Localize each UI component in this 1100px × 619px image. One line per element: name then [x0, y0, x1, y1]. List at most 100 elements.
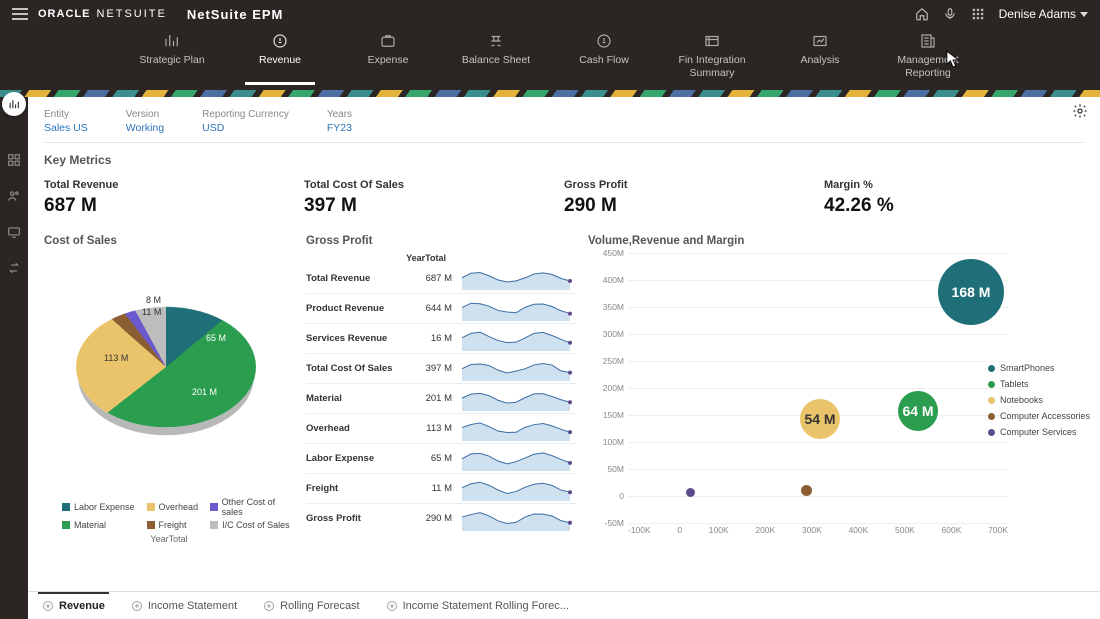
legend-item[interactable]: SmartPhones	[988, 363, 1090, 373]
filter-years[interactable]: Years FY23	[327, 109, 352, 134]
legend-swatch	[210, 503, 218, 511]
nav-tab-icon	[919, 32, 937, 50]
gear-icon[interactable]	[1072, 103, 1088, 119]
gp-row-value: 687 M	[414, 273, 452, 284]
gp-row[interactable]: Material 201 M	[306, 383, 576, 413]
legend-label: Labor Expense	[74, 502, 135, 512]
gp-row[interactable]: Labor Expense 65 M	[306, 443, 576, 473]
gp-row-name: Product Revenue	[306, 303, 414, 314]
chart-cost-of-sales: Cost of Sales 65 M 201 M 113 M 11 M 8 M …	[44, 235, 294, 553]
x-tick: 400K	[848, 525, 868, 535]
monitor-icon[interactable]	[7, 225, 21, 239]
gp-row[interactable]: Overhead 113 M	[306, 413, 576, 443]
nav-tab-cash-flow[interactable]: Cash Flow	[569, 32, 639, 85]
legend-item[interactable]: Tablets	[988, 379, 1090, 389]
bottom-tab-label: Rolling Forecast	[280, 600, 359, 612]
nav-tab-revenue[interactable]: Revenue	[245, 32, 315, 85]
nav-tab-label: Strategic Plan	[139, 54, 204, 67]
legend-swatch	[147, 521, 155, 529]
legend-item[interactable]: Labor Expense	[62, 497, 135, 517]
gp-row[interactable]: Freight 11 M	[306, 473, 576, 503]
gp-row-value: 65 M	[414, 453, 452, 464]
legend-label: Notebooks	[1000, 395, 1043, 405]
y-tick: 200M	[603, 383, 624, 393]
legend-dot	[988, 429, 995, 436]
bubble-smartphones[interactable]: 168 M	[938, 259, 1004, 325]
bubble-accessories[interactable]	[801, 485, 812, 496]
gp-row[interactable]: Gross Profit 290 M	[306, 503, 576, 533]
gp-row[interactable]: Product Revenue 644 M	[306, 293, 576, 323]
legend-item[interactable]: Freight	[147, 520, 199, 530]
hamburger-icon[interactable]	[12, 8, 28, 20]
legend-item[interactable]: Overhead	[147, 497, 199, 517]
legend-item[interactable]: Material	[62, 520, 135, 530]
legend-item[interactable]: I/C Cost of Sales	[210, 520, 294, 530]
y-tick: 100M	[603, 437, 624, 447]
x-tick: 500K	[895, 525, 915, 535]
grid-icon[interactable]	[7, 153, 21, 167]
filter-currency[interactable]: Reporting Currency USD	[202, 109, 289, 134]
nav-tab-strategic-plan[interactable]: Strategic Plan	[137, 32, 207, 85]
apps-icon[interactable]	[971, 7, 985, 21]
legend-item[interactable]: Computer Accessories	[988, 411, 1090, 421]
legend-item[interactable]: Computer Services	[988, 427, 1090, 437]
bottom-tab-rolling-forecast[interactable]: Rolling Forecast	[259, 592, 363, 619]
gp-row-value: 16 M	[414, 333, 452, 344]
bubble-plot[interactable]: 168 M 64 M 54 M	[628, 253, 1008, 523]
gp-row[interactable]: Total Revenue 687 M	[306, 263, 576, 293]
x-tick: 100K	[709, 525, 729, 535]
y-tick: 250M	[603, 356, 624, 366]
bubble-legend: SmartPhones Tablets Notebooks Computer Acce…	[988, 363, 1090, 437]
nav-tab-management-reporting[interactable]: ManagementReporting	[893, 32, 963, 85]
filter-entity[interactable]: Entity Sales US	[44, 109, 88, 134]
gp-row-name: Overhead	[306, 423, 414, 434]
sparkline	[458, 477, 576, 501]
kpi-gross-profit: Gross Profit 290 M	[564, 179, 824, 217]
tab-icon	[42, 600, 54, 612]
sparkline	[458, 297, 576, 321]
bottom-tab-income-statement[interactable]: Income Statement	[127, 592, 241, 619]
kpi-row: Total Revenue 687 M Total Cost Of Sales …	[44, 179, 1084, 217]
people-icon[interactable]	[7, 189, 21, 203]
gp-row-name: Gross Profit	[306, 513, 414, 524]
filter-row: Entity Sales US Version Working Reportin…	[44, 109, 1084, 143]
filter-label: Version	[126, 109, 164, 120]
bottom-tab-label: Income Statement Rolling Forec...	[403, 600, 569, 612]
nav-tab-analysis[interactable]: Analysis	[785, 32, 855, 85]
home-icon[interactable]	[915, 7, 929, 21]
nav-tab-label: Balance Sheet	[462, 54, 530, 67]
bubble-services[interactable]	[686, 488, 695, 497]
gp-row[interactable]: Total Cost Of Sales 397 M	[306, 353, 576, 383]
kpi-margin: Margin % 42.26 %	[824, 179, 1084, 217]
user-menu[interactable]: Denise Adams	[999, 7, 1088, 21]
bottom-tab-income-statement-rolling-forec-[interactable]: Income Statement Rolling Forec...	[382, 592, 573, 619]
pie-chart[interactable]	[76, 307, 256, 427]
gp-row[interactable]: Services Revenue 16 M	[306, 323, 576, 353]
pie-legend: Labor Expense Overhead Other Cost of sales…	[44, 497, 294, 530]
legend-label: Tablets	[1000, 379, 1029, 389]
legend-label: Other Cost of sales	[222, 497, 294, 517]
bubble-notebooks[interactable]: 54 M	[800, 399, 840, 439]
legend-swatch	[62, 521, 70, 529]
rail-active-circle[interactable]	[2, 92, 26, 116]
mic-icon[interactable]	[943, 7, 957, 21]
filter-version[interactable]: Version Working	[126, 109, 164, 134]
top-bar: ORACLE NETSUITE NetSuite EPM Denise Adam…	[0, 0, 1100, 90]
nav-tab-expense[interactable]: Expense	[353, 32, 423, 85]
swap-icon[interactable]	[7, 261, 21, 275]
gp-row-value: 11 M	[414, 483, 452, 494]
sparkline	[458, 387, 576, 411]
kpi-label: Total Cost Of Sales	[304, 179, 564, 191]
bubble-tablets[interactable]: 64 M	[898, 391, 938, 431]
legend-dot	[988, 413, 995, 420]
nav-tab-fin-integration-summary[interactable]: Fin IntegrationSummary	[677, 32, 747, 85]
bottom-tab-label: Income Statement	[148, 600, 237, 612]
legend-dot	[988, 365, 995, 372]
bottom-tab-revenue[interactable]: Revenue	[38, 592, 109, 619]
legend-item[interactable]: Other Cost of sales	[210, 497, 294, 517]
legend-item[interactable]: Notebooks	[988, 395, 1090, 405]
gp-row-name: Material	[306, 393, 414, 404]
tab-icon	[263, 600, 275, 612]
gp-row-value: 201 M	[414, 393, 452, 404]
nav-tab-balance-sheet[interactable]: Balance Sheet	[461, 32, 531, 85]
